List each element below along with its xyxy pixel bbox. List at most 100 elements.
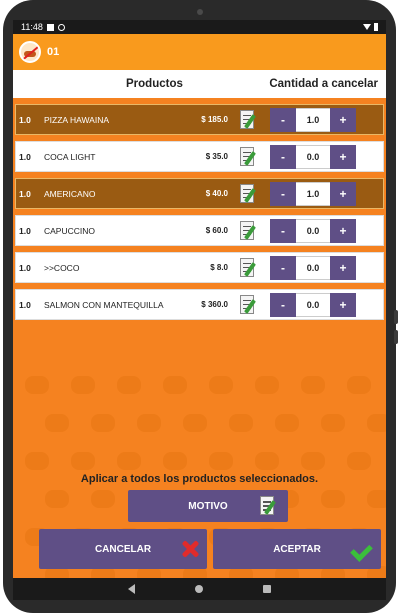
recent-apps-icon[interactable] <box>263 585 271 593</box>
cancel-qty-value[interactable]: 1.0 <box>296 181 330 206</box>
close-icon <box>181 540 199 558</box>
food-pattern-icon <box>229 414 253 432</box>
table-number: 01 <box>47 46 60 58</box>
row-qty: 1.0 <box>19 151 31 162</box>
food-pattern-icon <box>209 376 233 394</box>
food-pattern-icon <box>321 490 345 508</box>
food-pattern-icon <box>71 376 95 394</box>
side-button <box>394 330 398 344</box>
note-edit-icon[interactable] <box>238 108 260 132</box>
decrement-button[interactable]: - <box>270 218 296 243</box>
row-product-name: SALMON CON MANTEQUILLA <box>44 299 164 310</box>
check-icon <box>353 539 373 559</box>
increment-button[interactable]: + <box>330 218 356 243</box>
food-pattern-icon <box>45 414 69 432</box>
product-row[interactable]: 1.0 SALMON CON MANTEQUILLA $ 360.0 - 0.0… <box>15 289 384 320</box>
decrement-button[interactable]: - <box>270 144 296 169</box>
note-edit-icon[interactable] <box>238 256 260 280</box>
product-row[interactable]: 1.0 >>COCO $ 8.0 - 0.0 + <box>15 252 384 283</box>
product-row[interactable]: 1.0 PIZZA HAWAINA $ 185.0 - 1.0 + <box>15 104 384 135</box>
cancel-label: CANCELAR <box>94 543 152 555</box>
row-product-name: PIZZA HAWAINA <box>44 114 110 125</box>
food-pattern-icon <box>367 414 386 432</box>
food-pattern-icon <box>71 452 95 470</box>
back-icon[interactable] <box>128 584 135 594</box>
food-pattern-icon <box>367 490 386 508</box>
food-pattern-icon <box>91 414 115 432</box>
food-pattern-icon <box>255 376 279 394</box>
product-list: 1.0 PIZZA HAWAINA $ 185.0 - 1.0 + 1.0 CO… <box>13 104 386 320</box>
food-pattern-icon <box>163 376 187 394</box>
food-pattern-icon <box>45 490 69 508</box>
increment-button[interactable]: + <box>330 255 356 280</box>
sync-icon <box>57 23 65 31</box>
product-row[interactable]: 1.0 AMERICANO $ 40.0 - 1.0 + <box>15 178 384 209</box>
products-header: Productos <box>126 78 183 90</box>
increment-button[interactable]: + <box>330 107 356 132</box>
column-header: Productos Cantidad a cancelar <box>13 70 386 98</box>
row-price: $ 185.0 <box>201 115 228 124</box>
increment-button[interactable]: + <box>330 144 356 169</box>
food-pattern-icon <box>209 452 233 470</box>
decrement-button[interactable]: - <box>270 255 296 280</box>
screen: 11:48 01 Productos Cantidad a cancelar 1… <box>13 20 386 600</box>
cancel-qty-value[interactable]: 0.0 <box>296 292 330 317</box>
row-price: $ 8.0 <box>210 263 228 272</box>
note-edit-icon[interactable] <box>238 145 260 169</box>
cancel-button[interactable]: CANCELAR <box>39 529 207 569</box>
row-product-name: CAPUCCINO <box>44 225 96 236</box>
app-header: 01 <box>13 34 386 70</box>
increment-button[interactable]: + <box>330 181 356 206</box>
no-food-logo-icon <box>19 41 41 63</box>
increment-button[interactable]: + <box>330 292 356 317</box>
note-edit-icon[interactable] <box>238 219 260 243</box>
food-pattern-icon <box>275 414 299 432</box>
food-pattern-icon <box>347 452 371 470</box>
accept-button[interactable]: ACEPTAR <box>213 529 381 569</box>
food-pattern-icon <box>91 490 115 508</box>
cancel-qty-value[interactable]: 0.0 <box>296 255 330 280</box>
home-icon[interactable] <box>195 585 203 593</box>
notification-icon <box>46 23 54 31</box>
apply-all-text: Aplicar a todos los productos selecciona… <box>80 473 319 485</box>
food-pattern-icon <box>25 452 49 470</box>
row-product-name: COCA LIGHT <box>44 151 96 162</box>
row-qty: 1.0 <box>19 188 31 199</box>
food-pattern-icon <box>183 414 207 432</box>
cancel-qty-value[interactable]: 0.0 <box>296 144 330 169</box>
decrement-button[interactable]: - <box>270 181 296 206</box>
status-bar: 11:48 <box>13 20 386 34</box>
note-edit-icon[interactable] <box>238 182 260 206</box>
motivo-label: MOTIVO <box>188 500 228 512</box>
row-price: $ 35.0 <box>205 152 228 161</box>
product-row[interactable]: 1.0 COCA LIGHT $ 35.0 - 0.0 + <box>15 141 384 172</box>
product-row[interactable]: 1.0 CAPUCCINO $ 60.0 - 0.0 + <box>15 215 384 246</box>
quantity-stepper: - 0.0 + <box>270 144 356 169</box>
note-edit-icon[interactable] <box>238 293 260 317</box>
food-pattern-icon <box>255 452 279 470</box>
status-time: 11:48 <box>21 22 43 32</box>
accept-label: ACEPTAR <box>273 543 321 555</box>
row-qty: 1.0 <box>19 114 31 125</box>
cancel-qty-header: Cantidad a cancelar <box>269 78 378 90</box>
food-pattern-icon <box>347 376 371 394</box>
decrement-button[interactable]: - <box>270 292 296 317</box>
cancel-qty-value[interactable]: 1.0 <box>296 107 330 132</box>
row-price: $ 360.0 <box>201 300 228 309</box>
row-product-name: >>COCO <box>44 262 80 273</box>
quantity-stepper: - 0.0 + <box>270 255 356 280</box>
food-pattern-icon <box>301 376 325 394</box>
side-button <box>394 310 398 324</box>
decrement-button[interactable]: - <box>270 107 296 132</box>
motivo-button[interactable]: MOTIVO <box>128 490 288 522</box>
row-qty: 1.0 <box>19 299 31 310</box>
food-pattern-icon <box>137 414 161 432</box>
camera <box>197 9 203 15</box>
quantity-stepper: - 0.0 + <box>270 292 356 317</box>
food-pattern-icon <box>321 414 345 432</box>
quantity-stepper: - 1.0 + <box>270 107 356 132</box>
wifi-icon <box>363 24 371 30</box>
food-pattern-icon <box>25 376 49 394</box>
row-qty: 1.0 <box>19 262 31 273</box>
cancel-qty-value[interactable]: 0.0 <box>296 218 330 243</box>
